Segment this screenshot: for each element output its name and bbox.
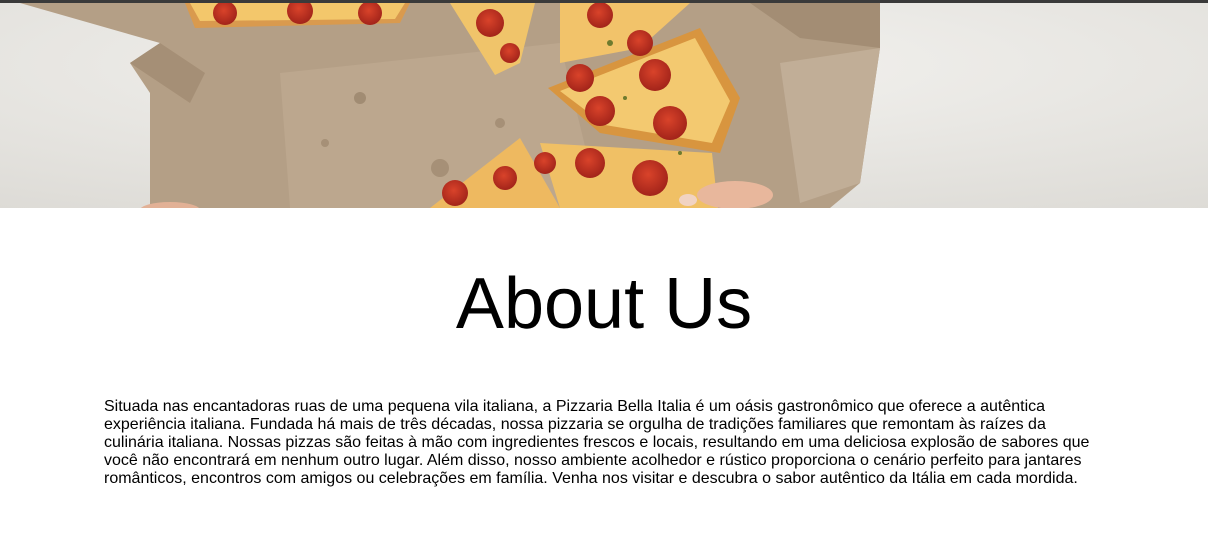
about-description: Situada nas encantadoras ruas de uma peq… (104, 398, 1090, 487)
hero-banner (0, 3, 1208, 208)
pizza-box-photo-icon (0, 3, 1208, 208)
page-title: About Us (455, 264, 753, 344)
